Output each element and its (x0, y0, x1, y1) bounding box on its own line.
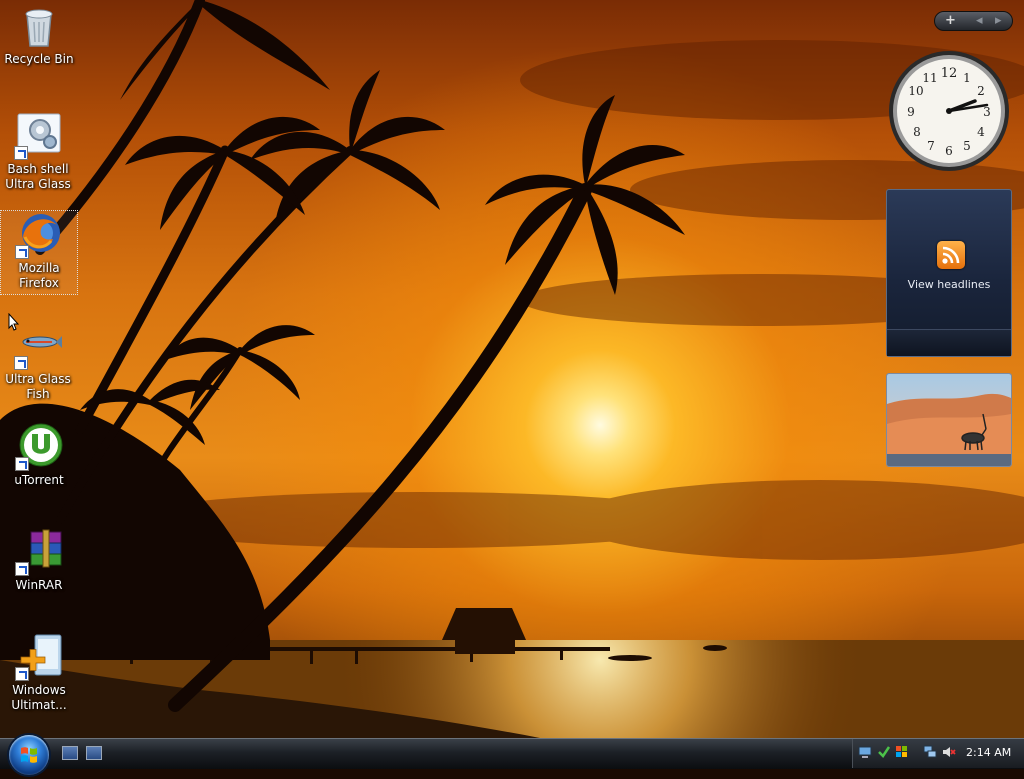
slideshow-image (887, 374, 1011, 466)
sidebar-prev-button[interactable]: ◂ (976, 13, 983, 28)
utorrent-icon (15, 423, 63, 471)
gears-icon (14, 112, 62, 160)
rss-feed-icon (937, 241, 965, 269)
clock-num-4: 4 (977, 125, 985, 139)
view-headlines-link[interactable]: View headlines (887, 278, 1011, 291)
feed-headlines-gadget[interactable]: View headlines (886, 189, 1012, 357)
clock-num-7: 7 (927, 139, 935, 153)
wallpaper-scene (0, 0, 1024, 738)
notification-area: 2:14 AM (852, 739, 1024, 768)
desktop-wallpaper (0, 0, 1024, 738)
sidebar-next-button[interactable]: ▸ (995, 13, 1002, 28)
taskbar-clock[interactable]: 2:14 AM (966, 746, 1011, 759)
shortcut-arrow-icon (15, 245, 29, 259)
windows-ultimate-label: Windows Ultimat... (11, 683, 67, 712)
bash-shell-label: Bash shell Ultra Glass (5, 162, 71, 191)
security-checkmark-icon[interactable] (877, 745, 891, 759)
desktop-icon-utorrent[interactable]: uTorrent (1, 423, 77, 488)
clock-num-5: 5 (963, 139, 971, 153)
winrar-label: WinRAR (15, 578, 63, 592)
switch-windows-icon[interactable] (86, 746, 102, 760)
add-gadget-button[interactable]: + (945, 13, 956, 28)
slideshow-gadget[interactable] (886, 373, 1012, 467)
clock-num-8: 8 (913, 125, 921, 139)
volume-muted-icon[interactable] (942, 745, 956, 759)
network-monitor-icon[interactable] (858, 745, 872, 759)
feed-gadget-footer (887, 329, 1011, 356)
shortcut-arrow-icon (15, 667, 29, 681)
windows-logo-icon (21, 747, 37, 763)
clock-num-2: 2 (977, 84, 985, 98)
shortcut-arrow-icon (15, 562, 29, 576)
desktop-icon-ultra-glass-fish[interactable]: Ultra Glass Fish (0, 322, 76, 402)
start-button[interactable] (9, 735, 49, 775)
clock-num-12: 12 (941, 66, 958, 81)
winrar-books-icon (15, 528, 63, 576)
clock-num-1: 1 (963, 71, 971, 85)
windows-flag-icon[interactable] (895, 745, 909, 759)
clock-num-6: 6 (945, 144, 953, 158)
clock-num-11: 11 (922, 71, 937, 85)
desktop-icon-windows-ultimate[interactable]: Windows Ultimat... (1, 633, 77, 713)
windows-ultimate-icon (15, 633, 63, 681)
shortcut-arrow-icon (14, 356, 28, 370)
clock-num-10: 10 (908, 84, 923, 98)
firefox-label: Mozilla Firefox (18, 261, 60, 290)
ultra-glass-fish-label: Ultra Glass Fish (5, 372, 71, 401)
recycle-bin-icon (15, 2, 63, 50)
shortcut-arrow-icon (14, 146, 28, 160)
firefox-icon (15, 211, 63, 259)
show-desktop-icon[interactable] (62, 746, 78, 760)
fish-icon (14, 322, 62, 370)
clock-num-9: 9 (907, 105, 915, 119)
desktop-icon-bash-shell[interactable]: Bash shell Ultra Glass (0, 112, 76, 192)
clock-face: 12 1 2 3 4 5 6 7 8 9 10 11 (889, 51, 1009, 171)
clock-gadget[interactable]: 12 1 2 3 4 5 6 7 8 9 10 11 (887, 49, 1011, 173)
recycle-bin-label: Recycle Bin (4, 52, 74, 66)
sidebar-controls: + ◂ ▸ (934, 11, 1013, 31)
desktop-icon-firefox[interactable]: Mozilla Firefox (0, 210, 78, 295)
network-connection-icon[interactable] (923, 745, 937, 759)
shortcut-arrow-icon (15, 457, 29, 471)
utorrent-label: uTorrent (14, 473, 64, 487)
desktop-icon-recycle-bin[interactable]: Recycle Bin (1, 2, 77, 67)
clock-num-3: 3 (983, 105, 991, 119)
desktop-icon-winrar[interactable]: WinRAR (1, 528, 77, 593)
